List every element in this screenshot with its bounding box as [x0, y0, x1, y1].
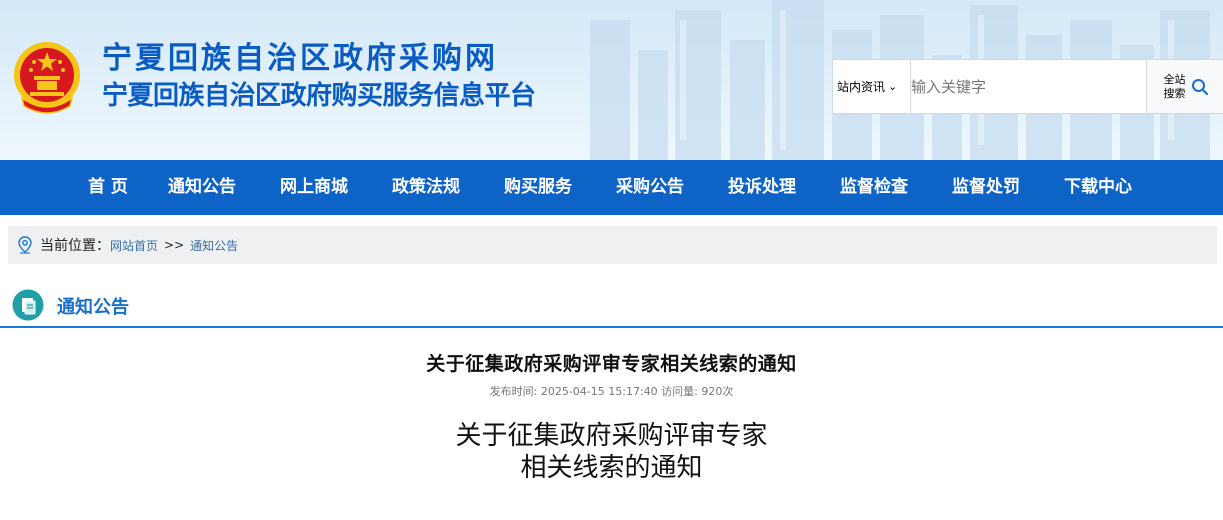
breadcrumb-current-link[interactable]: 通知公告: [190, 237, 238, 254]
breadcrumb-home-link[interactable]: 网站首页: [110, 237, 158, 254]
nav-item-supervision-inspection[interactable]: 监督检查: [840, 160, 908, 215]
section-title: 通知公告: [57, 297, 129, 318]
search-box: 站内资讯 ⌄ 全站 搜索: [832, 59, 1223, 114]
nav-item-policies[interactable]: 政策法规: [392, 160, 460, 215]
search-input[interactable]: [911, 60, 1147, 113]
site-search-button[interactable]: 全站 搜索: [1146, 60, 1223, 113]
site-title: 宁夏回族自治区政府采购网: [102, 41, 498, 76]
breadcrumb-separator: >>: [164, 238, 185, 252]
nav-item-downloads[interactable]: 下载中心: [1064, 160, 1132, 215]
article-meta: 发布时间: 2025-04-15 15:17:40 访问量: 920次: [489, 385, 734, 398]
search-icon: [1191, 78, 1208, 95]
nav-item-procurement-announcements[interactable]: 采购公告: [616, 160, 684, 215]
nav-item-purchase-services[interactable]: 购买服务: [504, 160, 572, 215]
search-button-label: 全站 搜索: [1163, 72, 1186, 100]
search-scope-label: 站内资讯: [837, 80, 886, 94]
section-header: 通知公告: [0, 286, 1223, 328]
site-subtitle: 宁夏回族自治区政府购买服务信息平台: [102, 81, 536, 111]
nav-item-home[interactable]: 首 页: [88, 160, 128, 215]
search-scope-select[interactable]: 站内资讯 ⌄: [833, 60, 911, 113]
nav-item-complaints[interactable]: 投诉处理: [728, 160, 796, 215]
document-heading: 关于征集政府采购评审专家 相关线索的通知: [0, 420, 1223, 484]
nav-item-online-mall[interactable]: 网上商城: [280, 160, 348, 215]
nav-item-notices[interactable]: 通知公告: [168, 160, 236, 215]
site-header: 宁夏回族自治区政府采购网 宁夏回族自治区政府购买服务信息平台 站内资讯 ⌄ 全站…: [0, 0, 1223, 160]
breadcrumb-label: 当前位置：: [40, 238, 110, 254]
document-heading-line-2: 相关线索的通知: [520, 453, 703, 483]
breadcrumb: 当前位置： 网站首页 >> 通知公告: [8, 226, 1217, 264]
location-pin-icon: [18, 236, 32, 254]
emblem-icon: [14, 42, 80, 114]
article-title: 关于征集政府采购评审专家相关线索的通知: [426, 353, 797, 375]
main-nav: 首 页 通知公告 网上商城 政策法规 购买服务 采购公告 投诉处理 监督检查 监…: [0, 160, 1223, 215]
document-heading-line-1: 关于征集政府采购评审专家: [455, 421, 768, 451]
nav-item-supervision-penalty[interactable]: 监督处罚: [952, 160, 1020, 215]
chevron-down-icon: ⌄: [888, 80, 898, 93]
document-icon: [12, 289, 44, 321]
